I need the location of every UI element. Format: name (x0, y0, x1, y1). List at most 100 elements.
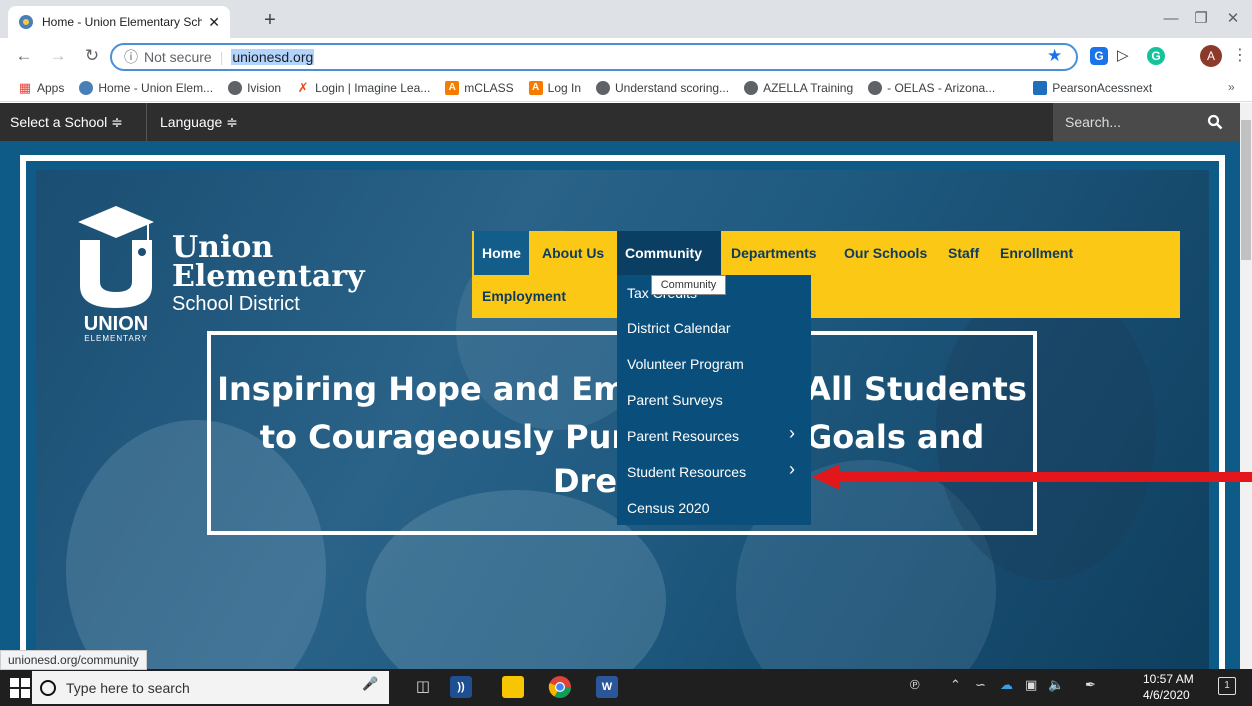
bookmark-label: mCLASS (464, 80, 514, 95)
bookmark-mclass[interactable]: A mCLASS (445, 80, 514, 95)
tab-title: Home - Union Elementary Schoo (42, 15, 203, 29)
bookmark-label: Home - Union Elem... (98, 80, 214, 95)
extension-g-icon[interactable]: G (1090, 47, 1108, 65)
profile-avatar[interactable]: A (1200, 45, 1222, 67)
taskbar-date[interactable]: 4/6/2020 (1143, 688, 1190, 702)
reload-icon[interactable]: ↻ (80, 44, 104, 68)
sticky-notes-icon[interactable] (502, 676, 524, 698)
bookmark-pearson[interactable]: PearsonAcessnext (1033, 80, 1153, 95)
dropdown-item-district-calendar[interactable]: District Calendar (627, 320, 730, 336)
nav-home[interactable]: Home (474, 231, 529, 275)
bookmark-label: - OELAS - Arizona... (887, 80, 996, 95)
bookmarks-overflow-icon[interactable]: » (1228, 80, 1235, 94)
dropdown-item-student-resources[interactable]: Student Resources (627, 464, 746, 480)
bookmark-azella[interactable]: AZELLA Training (744, 80, 854, 95)
security-status: Not secure (144, 49, 212, 65)
imagine-learning-icon: ✗ (297, 79, 309, 95)
pearson-icon (1033, 80, 1048, 95)
browser-menu-icon[interactable]: ⋮ (1232, 45, 1248, 65)
info-icon[interactable]: ⓘ (124, 47, 138, 67)
globe-icon (868, 80, 883, 95)
nav-enrollment[interactable]: Enrollment (992, 231, 1081, 275)
close-window-icon[interactable]: ✕ (1218, 6, 1248, 32)
nav-staff[interactable]: Staff (940, 231, 987, 275)
address-bar[interactable]: ⓘ Not secure | unionesd.org (110, 43, 1078, 71)
restore-icon[interactable]: ❐ (1186, 6, 1216, 32)
community-dropdown-menu: Tax Credits District Calendar Volunteer … (617, 275, 811, 525)
bookmark-imagine-learning[interactable]: ✗ Login | Imagine Lea... (296, 79, 431, 95)
address-separator: | (219, 49, 224, 65)
utility-divider (146, 103, 147, 141)
nav-about-us[interactable]: About Us (534, 231, 612, 275)
nav-employment[interactable]: Employment (474, 275, 574, 317)
extension-play-icon[interactable]: ▷ (1117, 46, 1129, 64)
globe-icon (744, 80, 759, 95)
red-arrow-annotation-icon (812, 464, 1252, 490)
word-icon[interactable]: W (596, 676, 618, 698)
people-icon[interactable]: ℗ (910, 677, 920, 692)
select-school-dropdown[interactable]: Select a School ≑ (10, 103, 123, 141)
bookmark-apps[interactable]: ▦ Apps (18, 79, 65, 95)
taskbar-search-input[interactable]: Type here to search (32, 671, 389, 704)
pen-icon[interactable]: ✒ (1085, 677, 1096, 693)
bookmark-label: Ivision (247, 80, 282, 95)
globe-icon (228, 80, 243, 95)
nav-our-schools[interactable]: Our Schools (836, 231, 935, 275)
chevron-right-icon: › (789, 459, 795, 479)
bookmark-star-icon[interactable]: ★ (1047, 46, 1062, 66)
bookmark-label: Apps (37, 80, 65, 95)
app-icon[interactable]: )) (450, 676, 472, 698)
bookmark-label: Login | Imagine Lea... (315, 80, 431, 95)
grammarly-icon[interactable]: G (1147, 47, 1165, 65)
battery-icon[interactable]: ▣ (1025, 677, 1037, 693)
apps-grid-icon: ▦ (18, 79, 32, 95)
status-bar-link: unionesd.org/community (0, 650, 147, 670)
bookmark-oelas[interactable]: - OELAS - Arizona... (868, 80, 996, 95)
language-dropdown[interactable]: Language ≑ (160, 103, 238, 141)
scrollbar-thumb[interactable] (1241, 120, 1251, 260)
chrome-icon (79, 80, 94, 95)
bookmark-label: PearsonAcessnext (1052, 80, 1153, 95)
minimize-icon[interactable]: — (1156, 6, 1186, 32)
logo-title-elementary: Elementary (172, 259, 365, 294)
chrome-taskbar-icon[interactable] (548, 675, 572, 699)
bookmarks-bar: ▦ Apps Home - Union Elem... Ivision ✗ Lo… (0, 74, 1252, 102)
taskbar-time[interactable]: 10:57 AM (1143, 672, 1194, 686)
new-tab-button[interactable]: + (258, 8, 282, 32)
search-icon[interactable] (1207, 103, 1223, 141)
wifi-icon[interactable]: ∽ (975, 677, 986, 693)
dropdown-item-volunteer-program[interactable]: Volunteer Program (627, 356, 744, 372)
community-tooltip: Community (651, 275, 726, 295)
logo-subtitle: School District (172, 293, 300, 315)
amplify-icon: A (528, 80, 543, 95)
dropdown-item-census-2020[interactable]: Census 2020 (627, 500, 710, 516)
bookmark-label: AZELLA Training (763, 80, 854, 95)
back-arrow-icon[interactable]: ← (12, 44, 36, 68)
browser-tab[interactable]: Home - Union Elementary Schoo ✕ (8, 6, 230, 38)
show-hidden-icons-chevron-icon[interactable]: ⌃ (950, 677, 961, 693)
dropdown-item-parent-resources[interactable]: Parent Resources (627, 428, 739, 444)
address-url[interactable]: unionesd.org (231, 49, 315, 65)
bookmark-log-in[interactable]: A Log In (528, 80, 582, 95)
windows-start-icon[interactable] (10, 678, 30, 698)
amplify-icon: A (445, 80, 460, 95)
bookmark-understand-scoring[interactable]: Understand scoring... (596, 80, 729, 95)
task-view-icon[interactable]: ◫ (412, 676, 434, 698)
site-favicon-icon (19, 15, 33, 29)
dropdown-item-parent-surveys[interactable]: Parent Surveys (627, 392, 723, 408)
onedrive-icon[interactable]: ☁ (1000, 677, 1013, 693)
nav-community[interactable]: Community (617, 231, 721, 275)
taskbar-search-placeholder: Type here to search (66, 679, 190, 696)
volume-icon[interactable]: 🔈 (1048, 677, 1064, 693)
forward-arrow-icon[interactable]: → (46, 44, 70, 68)
bookmark-label: Log In (547, 80, 582, 95)
microphone-icon[interactable]: 🎤 (362, 676, 378, 692)
notification-center-icon[interactable]: 1 (1218, 677, 1236, 695)
globe-icon (596, 80, 611, 95)
bookmark-ivision[interactable]: Ivision (228, 80, 282, 95)
nav-departments[interactable]: Departments (723, 231, 825, 275)
tab-close-icon[interactable]: ✕ (208, 14, 220, 31)
cortana-icon (40, 679, 56, 696)
bookmark-union-home[interactable]: Home - Union Elem... (79, 80, 214, 95)
svg-text:ELEMENTARY: ELEMENTARY (84, 334, 148, 343)
